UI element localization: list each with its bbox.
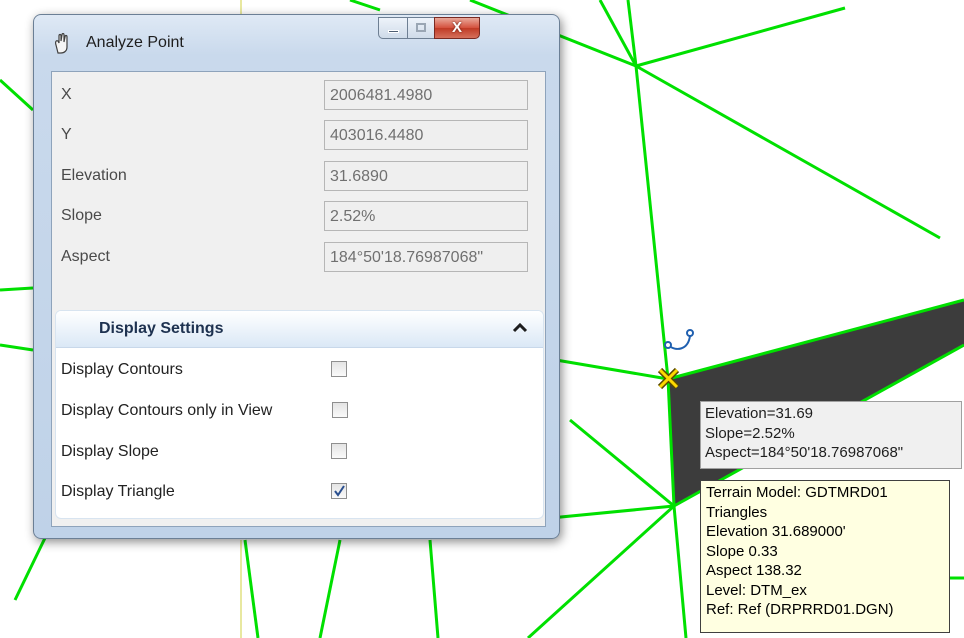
display-settings-header[interactable]: Display Settings xyxy=(56,311,543,348)
property-label: Elevation xyxy=(61,167,127,184)
aspect-value-field[interactable]: 184°50'18.76987068" xyxy=(324,242,528,272)
terrain-info-tooltip: Terrain Model: GDTMRD01 Triangles Elevat… xyxy=(700,480,950,633)
hand-pointer-icon xyxy=(55,33,68,54)
tooltip-line: Elevation=31.69 xyxy=(705,405,814,422)
minimize-button[interactable] xyxy=(378,17,408,39)
display-slope-checkbox[interactable] xyxy=(331,443,347,459)
property-label: Aspect xyxy=(61,248,110,265)
property-row-elevation: Elevation 31.6890 xyxy=(60,161,540,191)
dialog-client-area: X 2006481.4980 Y 403016.4480 Elevation 3… xyxy=(51,71,546,527)
tooltip-line: Elevation 31.689000' xyxy=(706,523,846,540)
title-bar[interactable]: Analyze Point X xyxy=(34,15,559,71)
tooltip-line: Ref: Ref (DRPRRD01.DGN) xyxy=(706,601,894,618)
display-triangle-checkbox[interactable] xyxy=(331,483,347,499)
close-icon: X xyxy=(451,19,462,36)
window-title: Analyze Point xyxy=(86,34,184,51)
chevron-up-icon[interactable] xyxy=(511,319,529,337)
display-contours-view-checkbox[interactable] xyxy=(332,402,348,418)
property-row-x: X 2006481.4980 xyxy=(60,80,540,110)
option-label: Display Slope xyxy=(61,443,159,460)
property-label: X xyxy=(61,86,72,103)
display-contours-checkbox[interactable] xyxy=(331,361,347,377)
section-title: Display Settings xyxy=(99,320,224,337)
tooltip-line: Slope 0.33 xyxy=(706,542,778,560)
analyze-point-window: Analyze Point X X 2006481.4980 Y 403016.… xyxy=(33,14,560,539)
option-display-contours-view: Display Contours only in View xyxy=(61,398,531,424)
checkmark-icon xyxy=(334,485,345,497)
tooltip-line: Aspect=184°50'18.76987068" xyxy=(705,444,904,461)
tooltip-line: Terrain Model: GDTMRD01 xyxy=(706,484,888,501)
option-label: Display Triangle xyxy=(61,483,175,500)
point-info-tooltip: Elevation=31.69 Slope=2.52% Aspect=184°5… xyxy=(700,401,962,469)
close-button[interactable]: X xyxy=(434,17,480,39)
slope-value-field[interactable]: 2.52% xyxy=(324,201,528,231)
tooltip-line: Aspect 138.32 xyxy=(706,562,802,579)
option-label: Display Contours only in View xyxy=(61,402,273,419)
maximize-button[interactable] xyxy=(407,17,435,39)
option-label: Display Contours xyxy=(61,361,183,378)
tooltip-line: Triangles xyxy=(706,503,768,521)
property-row-slope: Slope 2.52% xyxy=(60,201,540,231)
property-label: Y xyxy=(61,126,72,143)
x-value-field[interactable]: 2006481.4980 xyxy=(324,80,528,110)
property-row-y: Y 403016.4480 xyxy=(60,120,540,150)
option-display-contours: Display Contours xyxy=(61,357,531,383)
tooltip-line: Level: DTM_ex xyxy=(706,581,807,599)
y-value-field[interactable]: 403016.4480 xyxy=(324,120,528,150)
option-display-triangle: Display Triangle xyxy=(61,479,531,505)
snap-pointer-icon xyxy=(664,329,694,350)
display-settings-panel: Display Settings Display Contours Displa… xyxy=(55,310,544,519)
property-label: Slope xyxy=(61,207,102,224)
option-display-slope: Display Slope xyxy=(61,439,531,465)
elevation-value-field[interactable]: 31.6890 xyxy=(324,161,528,191)
tooltip-line: Slope=2.52% xyxy=(705,424,795,442)
property-row-aspect: Aspect 184°50'18.76987068" xyxy=(60,242,540,272)
